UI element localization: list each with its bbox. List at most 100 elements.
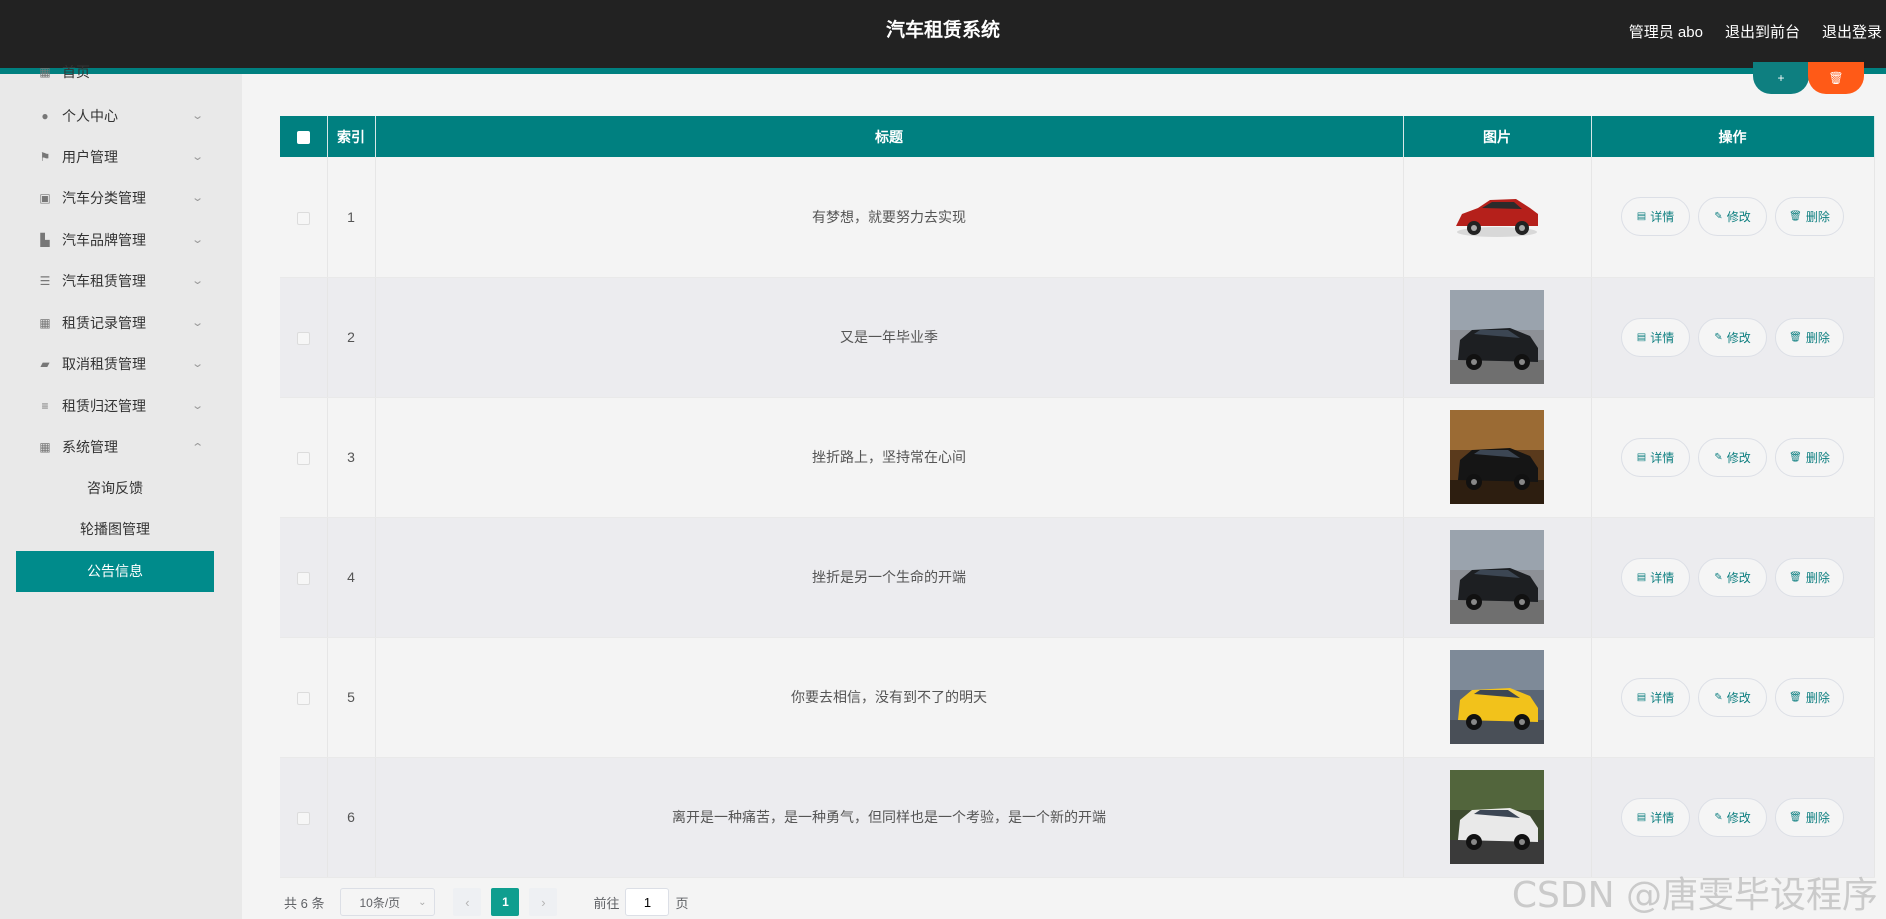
sidebar-item-rental-return[interactable]: ≡ 租赁归还管理 ⌄ bbox=[0, 385, 242, 426]
document-icon: ▤ bbox=[1636, 211, 1647, 223]
row-checkbox-cell[interactable] bbox=[280, 397, 328, 518]
row-checkbox-cell[interactable] bbox=[280, 157, 328, 278]
batch-delete-button[interactable]: 🗑 bbox=[1808, 62, 1864, 94]
pencil-icon: ✎ bbox=[1714, 211, 1723, 223]
sidebar-subitem-carousel[interactable]: 轮播图管理 bbox=[16, 509, 214, 550]
detail-button[interactable]: ▤ 详情 bbox=[1621, 197, 1690, 237]
sidebar-item-car-category[interactable]: ▣ 汽车分类管理 ⌄ bbox=[0, 177, 242, 218]
car-thumbnail bbox=[1450, 169, 1544, 264]
delete-button[interactable]: 🗑 删除 bbox=[1775, 437, 1844, 477]
exit-to-front-link[interactable]: 退出到前台 bbox=[1725, 21, 1800, 42]
table-row[interactable]: 6 离开是一种痛苦，是一种勇气，但同样也是一个考验，是一个新的开端 ▤ 详情 ✎ 修改 🗑 删… bbox=[280, 757, 1875, 878]
add-button[interactable]: + bbox=[1753, 62, 1809, 94]
edit-button[interactable]: ✎ 修改 bbox=[1698, 317, 1767, 357]
goto-page-input[interactable] bbox=[625, 888, 670, 916]
next-page-button[interactable]: › bbox=[529, 888, 558, 916]
edit-button[interactable]: ✎ 修改 bbox=[1698, 797, 1767, 837]
select-all-checkbox-cell[interactable] bbox=[280, 116, 328, 157]
delete-button-label: 删除 bbox=[1805, 210, 1830, 225]
badge-icon: ▙ bbox=[40, 232, 50, 247]
user-icon: ● bbox=[41, 108, 49, 123]
edit-button[interactable]: ✎ 修改 bbox=[1698, 197, 1767, 237]
watermark: CSDN @唐雯毕设程序 bbox=[1511, 875, 1878, 916]
edit-button[interactable]: ✎ 修改 bbox=[1698, 557, 1767, 597]
car-thumbnail bbox=[1450, 290, 1544, 384]
table-row[interactable]: 2 又是一年毕业季 ▤ 详情 ✎ 修改 🗑 删除 bbox=[280, 277, 1875, 398]
edit-button-label: 修改 bbox=[1726, 330, 1751, 345]
delete-button[interactable]: 🗑 删除 bbox=[1775, 677, 1844, 717]
sidebar-item-car-rental[interactable]: ☰ 汽车租赁管理 ⌄ bbox=[0, 260, 242, 301]
delete-button-label: 删除 bbox=[1805, 450, 1830, 465]
sidebar-item-car-brand[interactable]: ▙ 汽车品牌管理 ⌄ bbox=[0, 219, 242, 260]
chevron-down-icon: ⌄ bbox=[191, 192, 205, 204]
row-title: 挫折路上，坚持常在心间 bbox=[375, 397, 1404, 518]
trash-icon: 🗑 bbox=[1789, 571, 1802, 583]
topbar-accent-line bbox=[0, 68, 1886, 74]
column-header-index: 索引 bbox=[327, 116, 376, 157]
detail-button[interactable]: ▤ 详情 bbox=[1621, 797, 1690, 837]
row-checkbox-cell[interactable] bbox=[280, 637, 328, 758]
row-image-cell bbox=[1403, 397, 1592, 518]
page-size-select[interactable]: 10条/页 ⌄ bbox=[340, 888, 436, 916]
row-actions: ▤ 详情 ✎ 修改 🗑 删除 bbox=[1591, 397, 1875, 518]
sidebar-item-system-management[interactable]: ▦ 系统管理 ⌄ bbox=[0, 426, 242, 467]
edit-button[interactable]: ✎ 修改 bbox=[1698, 677, 1767, 717]
delete-button-label: 删除 bbox=[1805, 570, 1830, 585]
row-index: 2 bbox=[327, 277, 376, 398]
row-checkbox-cell[interactable] bbox=[280, 517, 328, 638]
row-checkbox[interactable] bbox=[296, 571, 310, 585]
column-header-image: 图片 bbox=[1403, 116, 1592, 157]
delete-button-label: 删除 bbox=[1805, 330, 1830, 345]
document-icon: ▤ bbox=[1636, 811, 1647, 823]
row-index: 3 bbox=[327, 397, 376, 518]
row-title: 有梦想，就要努力去实现 bbox=[375, 157, 1404, 278]
detail-button[interactable]: ▤ 详情 bbox=[1621, 677, 1690, 717]
delete-button[interactable]: 🗑 删除 bbox=[1775, 317, 1844, 357]
sidebar-item-label: 汽车分类管理 bbox=[62, 189, 146, 206]
detail-button-label: 详情 bbox=[1650, 330, 1675, 345]
table-row[interactable]: 1 有梦想，就要努力去实现 ▤ 详情 ✎ 修改 🗑 删除 bbox=[280, 157, 1875, 278]
table-row[interactable]: 4 挫折是另一个生命的开端 ▤ 详情 ✎ 修改 🗑 删除 bbox=[280, 517, 1875, 638]
detail-button[interactable]: ▤ 详情 bbox=[1621, 317, 1690, 357]
select-all-checkbox[interactable] bbox=[296, 131, 310, 145]
row-checkbox[interactable] bbox=[296, 691, 310, 705]
sidebar-subitem-announcements[interactable]: 公告信息 bbox=[16, 551, 214, 592]
detail-button-label: 详情 bbox=[1650, 450, 1675, 465]
delete-button[interactable]: 🗑 删除 bbox=[1775, 557, 1844, 597]
grid-icon: ▦ bbox=[39, 315, 51, 330]
sidebar-item-home[interactable]: ▦ 首页 bbox=[0, 54, 242, 90]
sidebar-item-user-management[interactable]: ⚑ 用户管理 ⌄ bbox=[0, 136, 242, 177]
sidebar-item-rental-records[interactable]: ▦ 租赁记录管理 ⌄ bbox=[0, 302, 242, 343]
clipboard-icon: ▣ bbox=[39, 190, 51, 205]
page-number-current[interactable]: 1 bbox=[491, 888, 520, 916]
row-image-cell bbox=[1403, 277, 1592, 398]
row-checkbox[interactable] bbox=[296, 211, 310, 225]
chevron-down-icon: ⌄ bbox=[191, 317, 205, 329]
edit-button[interactable]: ✎ 修改 bbox=[1698, 437, 1767, 477]
table-row[interactable]: 3 挫折路上，坚持常在心间 ▤ 详情 ✎ 修改 🗑 删除 bbox=[280, 397, 1875, 518]
current-user[interactable]: 管理员 abo bbox=[1629, 21, 1703, 42]
row-checkbox[interactable] bbox=[296, 451, 310, 465]
chevron-left-icon: ‹ bbox=[465, 894, 470, 910]
detail-button[interactable]: ▤ 详情 bbox=[1621, 437, 1690, 477]
detail-button-label: 详情 bbox=[1650, 210, 1675, 225]
sidebar-item-label: 汽车品牌管理 bbox=[62, 231, 146, 248]
detail-button[interactable]: ▤ 详情 bbox=[1621, 557, 1690, 597]
row-checkbox-cell[interactable] bbox=[280, 277, 328, 398]
logout-link[interactable]: 退出登录 bbox=[1822, 21, 1882, 42]
table-row[interactable]: 5 你要去相信，没有到不了的明天 ▤ 详情 ✎ 修改 🗑 删除 bbox=[280, 637, 1875, 758]
sidebar-item-cancel-rental[interactable]: ▰ 取消租赁管理 ⌄ bbox=[0, 343, 242, 384]
delete-button[interactable]: 🗑 删除 bbox=[1775, 797, 1844, 837]
row-index: 1 bbox=[327, 157, 376, 278]
edit-button-label: 修改 bbox=[1726, 450, 1751, 465]
row-checkbox[interactable] bbox=[296, 331, 310, 345]
row-checkbox[interactable] bbox=[296, 811, 310, 825]
row-checkbox-cell[interactable] bbox=[280, 757, 328, 878]
chevron-right-icon: › bbox=[541, 894, 546, 910]
trash-icon: 🗑 bbox=[1789, 811, 1802, 823]
sidebar-subitem-feedback[interactable]: 咨询反馈 bbox=[16, 468, 214, 509]
row-title: 离开是一种痛苦，是一种勇气，但同样也是一个考验，是一个新的开端 bbox=[375, 757, 1404, 878]
delete-button[interactable]: 🗑 删除 bbox=[1775, 197, 1844, 237]
prev-page-button[interactable]: ‹ bbox=[453, 888, 482, 916]
sidebar-item-personal-center[interactable]: ● 个人中心 ⌄ bbox=[0, 95, 242, 136]
